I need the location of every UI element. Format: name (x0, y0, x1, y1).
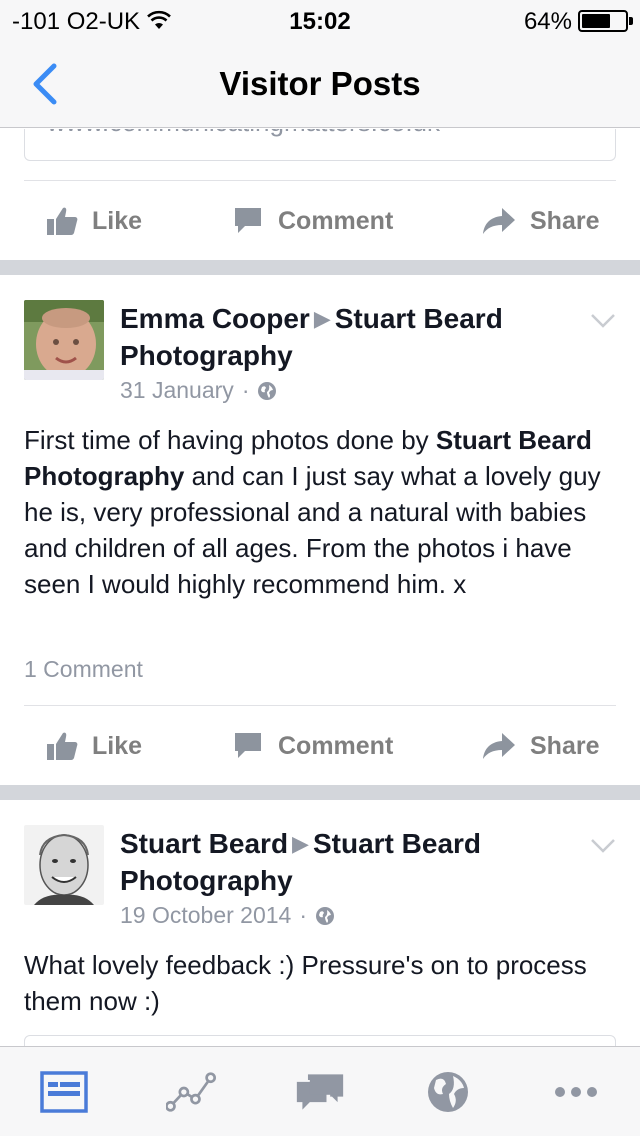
share-arrow-icon (483, 733, 515, 759)
comment-count-link[interactable]: 1 Comment (24, 656, 143, 683)
link-preview-card[interactable]: www.communicatingmatters.co.uk (24, 129, 616, 161)
messages-icon (296, 1074, 344, 1110)
globe-icon (258, 381, 277, 400)
baby-avatar-image (24, 300, 104, 380)
share-label: Share (530, 731, 600, 760)
thumbs-up-icon (47, 207, 78, 235)
like-label: Like (92, 206, 143, 235)
like-label: Like (92, 731, 143, 760)
post-header: Emma Cooper ▶ Stuart Beard Photography (120, 301, 560, 373)
feed[interactable]: www.communicatingmatters.co.uk Like Comm… (0, 129, 640, 1046)
tab-more[interactable] (551, 1069, 601, 1115)
post-meta: 19 October 2014 · (120, 902, 335, 929)
post-author[interactable]: Emma Cooper (120, 303, 310, 334)
avatar[interactable] (24, 300, 104, 380)
battery-percent: 64% (523, 8, 572, 35)
share-button[interactable]: Share (482, 706, 599, 786)
insights-icon (166, 1072, 216, 1112)
post-text: First time of having photos done by Stua… (24, 422, 624, 602)
tab-globe[interactable] (423, 1069, 473, 1115)
meta-dot: · (241, 377, 250, 403)
like-button[interactable]: Like (46, 181, 142, 261)
thumbs-up-icon (47, 732, 78, 760)
comment-label: Comment (278, 731, 394, 760)
post-text-start: First time of having photos done by (24, 425, 436, 455)
post-actions: Like Comment Share (0, 706, 640, 786)
meta-dot: · (299, 902, 308, 928)
comment-bubble-icon (235, 733, 261, 758)
tab-bar (0, 1046, 640, 1136)
comment-label: Comment (278, 206, 394, 235)
post-date[interactable]: 19 October 2014 (120, 902, 291, 929)
page-title: Visitor Posts (219, 65, 421, 102)
post-meta: 31 January · (120, 377, 277, 404)
post-header: Stuart Beard ▶ Stuart Beard Photography (120, 826, 560, 898)
status-bar: -101 O2-UK 15:02 64% (0, 0, 640, 40)
post-separator (0, 260, 640, 275)
post-separator (0, 785, 640, 800)
comment-button[interactable]: Comment (232, 181, 393, 261)
battery-icon (578, 10, 633, 32)
news-feed-icon (40, 1071, 88, 1113)
share-button[interactable]: Share (482, 181, 599, 261)
share-arrow-icon (483, 208, 515, 234)
avatar[interactable] (24, 825, 104, 905)
comment-button[interactable]: Comment (232, 706, 393, 786)
globe-icon (428, 1072, 468, 1112)
attachment-card[interactable] (24, 1035, 616, 1046)
more-icon (555, 1087, 597, 1097)
post-text: What lovely feedback :) Pressure's on to… (24, 950, 587, 1016)
share-label: Share (530, 206, 600, 235)
tab-news-feed[interactable] (39, 1069, 89, 1115)
navigation-bar: Visitor Posts (0, 40, 640, 128)
chevron-down-icon[interactable] (590, 838, 616, 854)
man-avatar-image (24, 825, 104, 905)
post-actions: Like Comment Share (0, 181, 640, 261)
chevron-down-icon[interactable] (590, 313, 616, 329)
comment-bubble-icon (235, 208, 261, 233)
triangle-right-icon: ▶ (292, 831, 309, 856)
tab-insights[interactable] (166, 1069, 216, 1115)
post-author[interactable]: Stuart Beard (120, 828, 288, 859)
triangle-right-icon: ▶ (313, 306, 331, 331)
link-preview-url[interactable]: www.communicatingmatters.co.uk (47, 129, 440, 138)
tab-messages[interactable] (295, 1069, 345, 1115)
globe-icon (316, 906, 335, 925)
post-date[interactable]: 31 January (120, 377, 234, 404)
like-button[interactable]: Like (46, 706, 142, 786)
